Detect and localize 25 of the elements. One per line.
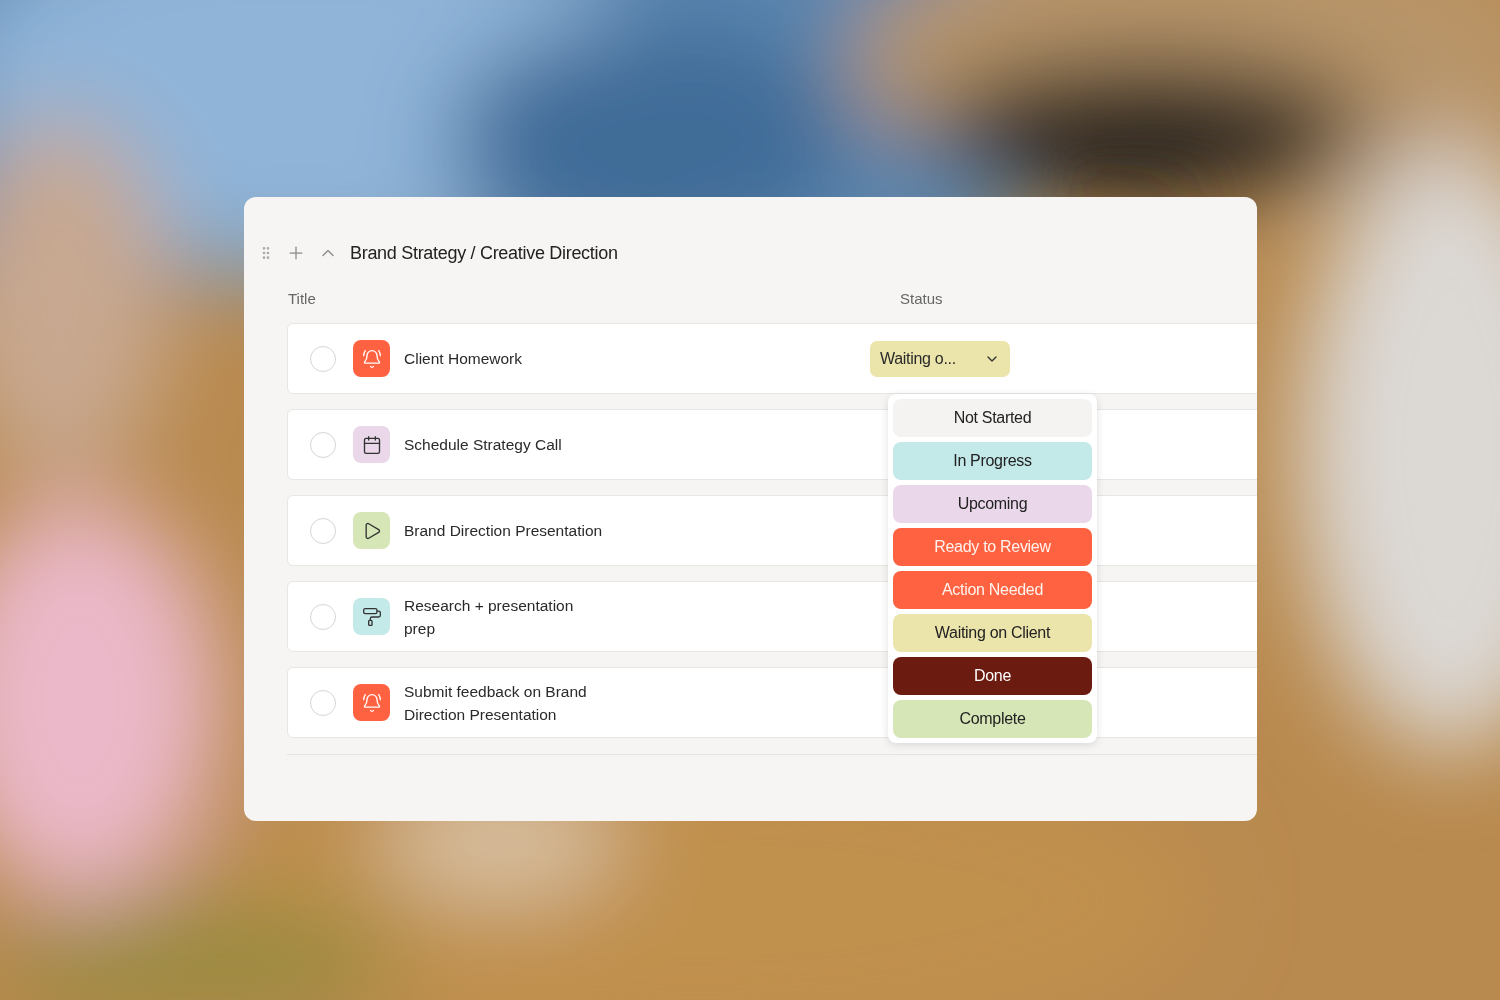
status-option[interactable]: Done bbox=[893, 657, 1092, 695]
task-checkbox[interactable] bbox=[310, 345, 336, 372]
task-checkbox[interactable] bbox=[310, 603, 336, 630]
task-title: Submit feedback on Brand Direction Presentation bbox=[404, 681, 588, 725]
task-title: Brand Direction Presentation bbox=[404, 521, 604, 541]
paint-roller-icon bbox=[361, 606, 382, 627]
task-title: Client Homework bbox=[404, 349, 523, 369]
status-option[interactable]: Waiting on Client bbox=[893, 614, 1092, 652]
column-header: Status bbox=[900, 289, 944, 307]
status-option[interactable]: Upcoming bbox=[893, 485, 1092, 523]
task-checkbox[interactable] bbox=[310, 689, 336, 716]
bell-icon bbox=[361, 348, 382, 369]
status-option[interactable]: In Progress bbox=[893, 442, 1092, 480]
status-option[interactable]: Not Started bbox=[893, 399, 1092, 437]
status-dropdown[interactable]: Waiting o... bbox=[870, 340, 1010, 377]
task-checkbox[interactable] bbox=[310, 517, 336, 544]
status-option[interactable]: Complete bbox=[893, 700, 1092, 738]
task-title: Schedule Strategy Call bbox=[404, 435, 563, 455]
bell-icon bbox=[361, 692, 382, 713]
calendar-icon bbox=[361, 434, 382, 455]
task-row[interactable]: Client Homework Waiting o... bbox=[287, 323, 1257, 394]
task-title: Research + presentation prep bbox=[404, 595, 575, 639]
column-header: Title bbox=[288, 289, 317, 307]
task-checkbox[interactable] bbox=[310, 431, 336, 458]
group-title: Brand Strategy / Creative Direction bbox=[350, 242, 618, 264]
